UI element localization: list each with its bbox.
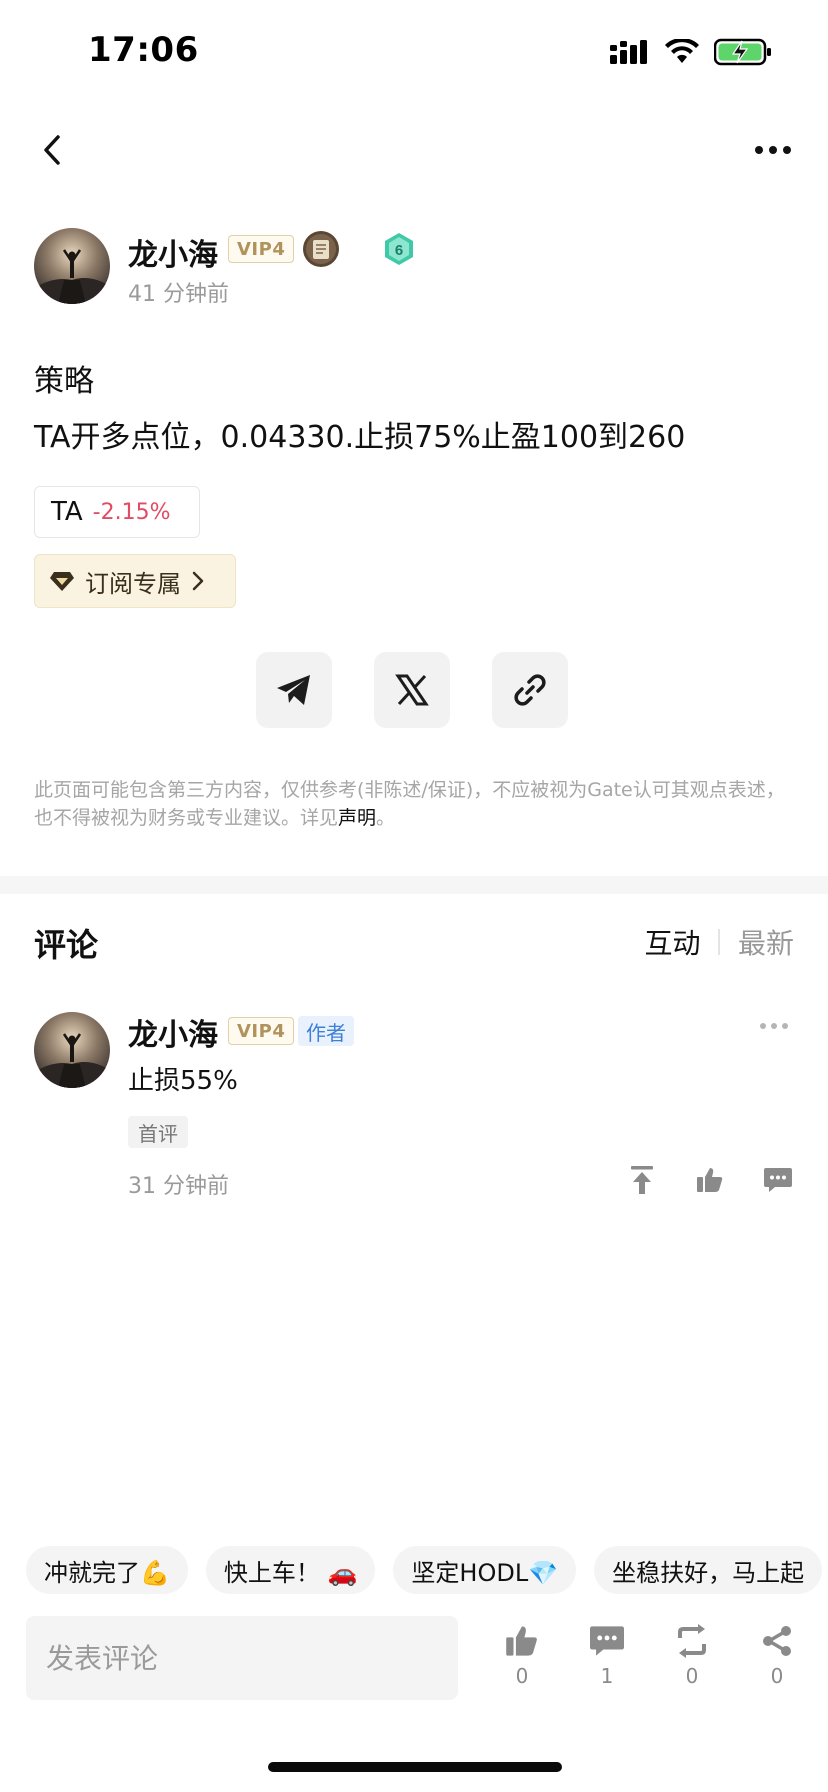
ticker-symbol: TA <box>51 497 83 527</box>
quick-reply-chip[interactable]: 冲就完了💪 <box>26 1546 188 1594</box>
like-button[interactable] <box>694 1164 726 1196</box>
disclaimer-link[interactable]: 声明 <box>338 807 376 829</box>
post-author: 龙小海 VIP4 6 41 分钟前 <box>34 228 794 308</box>
ticker-change: -2.15% <box>92 499 171 525</box>
more-button[interactable] <box>748 128 798 172</box>
disclaimer-suffix: 。 <box>376 807 396 829</box>
comment-count: 1 <box>600 1664 614 1688</box>
comments-title: 评论 <box>34 926 99 964</box>
home-indicator <box>268 1762 562 1772</box>
author-name[interactable]: 龙小海 <box>128 230 218 274</box>
reply-button[interactable] <box>762 1164 794 1196</box>
post-body: TA开多点位，0.04330.止损75%止盈100到260 <box>34 420 686 455</box>
quick-reply-chip[interactable]: 坐稳扶好，马上起 <box>594 1546 823 1594</box>
pin-icon <box>631 1166 653 1194</box>
tab-separator <box>718 929 720 955</box>
vip-badge: VIP4 <box>228 235 295 263</box>
thumbs-up-icon <box>697 1168 723 1192</box>
back-icon <box>44 135 60 165</box>
comment-icon <box>590 1626 624 1656</box>
battery-charging-icon <box>714 38 771 66</box>
comment-text: 止损55% <box>128 1066 238 1096</box>
first-comment-badge: 首评 <box>128 1116 188 1148</box>
link-icon <box>514 674 546 706</box>
quick-replies: 冲就完了💪 快上车！ 🚗 坚定HODL💎 坐稳扶好，马上起 <box>26 1546 828 1594</box>
comment-input[interactable] <box>26 1616 458 1700</box>
comment-icon <box>764 1168 792 1192</box>
disclaimer-text: 此页面可能包含第三方内容，仅供参考(非陈述/保证)，不应被视为Gate认可其观点… <box>34 779 785 829</box>
section-divider <box>0 876 828 894</box>
comment-time: 31 分钟前 <box>128 1174 229 1199</box>
more-icon <box>755 146 791 154</box>
comments-sort-tabs: 互动 最新 <box>644 922 794 962</box>
back-button[interactable] <box>30 128 74 172</box>
quick-reply-chip[interactable]: 快上车！ 🚗 <box>205 1546 376 1594</box>
avatar[interactable] <box>34 228 110 304</box>
comment-item: 龙小海 VIP4 作者 止损55% 首评 31 分钟前 <box>34 1010 794 1210</box>
status-time: 17:06 <box>88 30 199 70</box>
cellular-signal-icon <box>610 40 647 64</box>
avatar[interactable] <box>34 1012 110 1088</box>
avatar-image <box>34 228 110 304</box>
chevron-right-icon <box>192 571 204 591</box>
bottom-bar: 0 1 0 0 <box>0 1614 828 1714</box>
share-count: 0 <box>770 1664 784 1688</box>
post-like-button[interactable]: 0 <box>492 1624 552 1688</box>
post-repost-button[interactable]: 0 <box>662 1624 722 1688</box>
share-icon <box>763 1626 791 1656</box>
avatar-image <box>34 1012 110 1088</box>
share-row <box>256 652 568 728</box>
comment-author-name[interactable]: 龙小海 <box>128 1010 218 1054</box>
level-badge-number: 6 <box>395 242 403 259</box>
author-tag: 作者 <box>298 1016 354 1046</box>
vip-badge: VIP4 <box>228 1017 295 1045</box>
scroll-badge-icon <box>303 231 339 267</box>
post-title: 策略 <box>34 364 94 399</box>
nav-bar <box>0 110 828 190</box>
telegram-icon <box>277 675 310 705</box>
share-telegram-button[interactable] <box>256 652 332 728</box>
post-share-button[interactable]: 0 <box>747 1624 807 1688</box>
disclaimer: 此页面可能包含第三方内容，仅供参考(非陈述/保证)，不应被视为Gate认可其观点… <box>34 776 796 832</box>
comment-more-button[interactable] <box>754 1014 794 1038</box>
subscribe-label: 订阅专属 <box>85 569 181 598</box>
subscribe-exclusive-button[interactable]: 订阅专属 <box>34 554 236 608</box>
share-x-button[interactable] <box>374 652 450 728</box>
status-bar: 17:06 <box>0 0 828 100</box>
status-icons <box>610 38 772 66</box>
tab-interaction[interactable]: 互动 <box>644 922 700 962</box>
post-time: 41 分钟前 <box>128 282 229 307</box>
post-comment-button[interactable]: 1 <box>577 1624 637 1688</box>
like-count: 0 <box>515 1664 529 1688</box>
level-badge-icon: 6 <box>385 233 413 265</box>
wifi-icon <box>665 39 699 63</box>
more-icon <box>760 1023 788 1029</box>
repost-count: 0 <box>685 1664 699 1688</box>
ticker-chip[interactable]: TA -2.15% <box>34 486 200 538</box>
pin-button[interactable] <box>626 1164 658 1196</box>
tab-latest[interactable]: 最新 <box>738 922 794 962</box>
x-icon <box>395 674 429 706</box>
comments-header: 评论 互动 最新 <box>34 916 794 966</box>
quick-reply-chip[interactable]: 坚定HODL💎 <box>393 1546 577 1594</box>
repost-icon <box>678 1624 706 1658</box>
thumbs-up-icon <box>506 1626 537 1656</box>
diamond-icon <box>50 572 74 591</box>
comment-actions <box>626 1164 794 1196</box>
copy-link-button[interactable] <box>492 652 568 728</box>
